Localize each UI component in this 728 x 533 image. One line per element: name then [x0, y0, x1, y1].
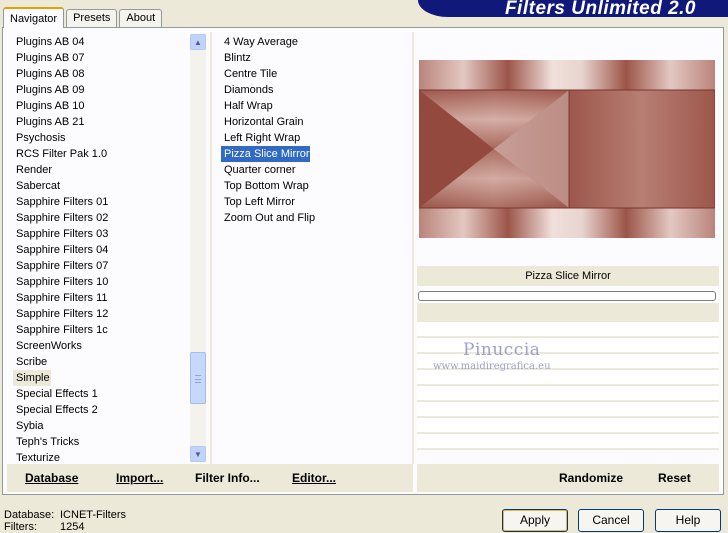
category-list-item[interactable]: Sapphire Filters 04	[13, 242, 189, 258]
preview-render	[419, 60, 715, 238]
category-list[interactable]: Plugins AB 04 Plugins AB 07 Plugins AB 08 P…	[13, 34, 189, 464]
database-value: ICNET-Filters	[60, 509, 126, 521]
filter-name-label: Pizza Slice Mirror	[417, 266, 719, 286]
reset-button[interactable]: Reset	[658, 471, 691, 485]
category-list-item[interactable]: Sapphire Filters 03	[13, 226, 189, 242]
tab-bar: Navigator Presets About	[3, 6, 164, 28]
category-list-item[interactable]: Special Effects 1	[13, 386, 189, 402]
filter-list-item[interactable]: Top Left Mirror	[221, 194, 411, 210]
randomize-button[interactable]: Randomize	[559, 471, 623, 485]
import-button[interactable]: Import...	[116, 471, 163, 485]
parameter-row	[417, 418, 719, 434]
filter-list-item[interactable]: Pizza Slice Mirror	[221, 146, 310, 162]
category-list-item[interactable]: Sapphire Filters 02	[13, 210, 189, 226]
category-list-item[interactable]: Psychosis	[13, 130, 189, 146]
category-list-item[interactable]: Sybia	[13, 418, 189, 434]
parameter-row	[417, 402, 719, 418]
filter-list-item[interactable]: Quarter corner	[221, 162, 411, 178]
category-list-item[interactable]: Special Effects 2	[13, 402, 189, 418]
category-list-item[interactable]: Simple	[13, 370, 51, 386]
filter-list-item[interactable]: Half Wrap	[221, 98, 411, 114]
category-list-item[interactable]: Scribe	[13, 354, 189, 370]
filter-list-item[interactable]: Top Bottom Wrap	[221, 178, 411, 194]
category-list-item[interactable]: Plugins AB 10	[13, 98, 189, 114]
filter-list-item[interactable]: Left Right Wrap	[221, 130, 411, 146]
filter-list-item[interactable]: Diamonds	[221, 82, 411, 98]
progress-band	[417, 303, 719, 322]
preview-image	[419, 60, 715, 238]
apply-button[interactable]: Apply	[502, 509, 568, 532]
parameter-row	[417, 386, 719, 402]
editor-button[interactable]: Editor...	[292, 471, 336, 485]
category-list-item[interactable]: Sapphire Filters 07	[13, 258, 189, 274]
chevron-up-icon: ▲	[194, 37, 202, 47]
tab-navigator[interactable]: Navigator	[3, 7, 65, 28]
tab-presets[interactable]: Presets	[66, 9, 118, 27]
watermark-url: www.maidiregrafica.eu	[433, 361, 551, 372]
category-list-item[interactable]: Sapphire Filters 11	[13, 290, 189, 306]
filter-list-item[interactable]: Blintz	[221, 50, 411, 66]
parameter-row	[417, 370, 719, 386]
progress-bar	[418, 291, 716, 301]
right-action-bar: Randomize Reset	[417, 464, 719, 492]
category-list-item[interactable]: Sapphire Filters 12	[13, 306, 189, 322]
filters-count-label: Filters:	[4, 521, 37, 533]
category-list-item[interactable]: Plugins AB 08	[13, 66, 189, 82]
category-list-item[interactable]: Sapphire Filters 10	[13, 274, 189, 290]
chevron-down-icon: ▼	[194, 449, 202, 459]
divider	[412, 32, 414, 464]
category-list-item[interactable]: Plugins AB 09	[13, 82, 189, 98]
app-title: Filters Unlimited 2.0	[504, 0, 696, 19]
filter-list-item[interactable]: Centre Tile	[221, 66, 411, 82]
scroll-down-button[interactable]: ▼	[190, 446, 206, 462]
filter-info-button[interactable]: Filter Info...	[195, 471, 260, 485]
watermark-name: Pinuccia	[463, 340, 541, 360]
parameter-row	[417, 434, 719, 450]
title-banner: Filters Unlimited 2.0	[418, 0, 728, 19]
category-list-item[interactable]: Plugins AB 04	[13, 34, 189, 50]
database-button[interactable]: Database	[25, 471, 78, 485]
category-list-item[interactable]: Sapphire Filters 01	[13, 194, 189, 210]
filter-list[interactable]: 4 Way Average Blintz Centre Tile Diamonds Ha…	[221, 34, 411, 462]
category-list-item[interactable]: Plugins AB 07	[13, 50, 189, 66]
filter-list-item[interactable]: 4 Way Average	[221, 34, 411, 50]
category-list-item[interactable]: Sapphire Filters 1c	[13, 322, 189, 338]
database-label: Database:	[4, 509, 55, 521]
help-button[interactable]: Help	[655, 509, 721, 532]
status-info: Database: ICNET-Filters Filters: 1254	[4, 509, 126, 533]
category-scrollbar[interactable]: ▲ ▼	[190, 34, 206, 462]
cancel-button[interactable]: Cancel	[578, 509, 644, 532]
watermark: Pinuccia www.maidiregrafica.eu	[433, 340, 551, 372]
scroll-thumb[interactable]	[190, 352, 206, 404]
scroll-up-button[interactable]: ▲	[190, 34, 206, 50]
filters-count-value: 1254	[60, 521, 85, 533]
category-list-item[interactable]: Plugins AB 21	[13, 114, 189, 130]
filter-list-item[interactable]: Horizontal Grain	[221, 114, 411, 130]
left-action-bar: Database Import... Filter Info... Editor…	[7, 464, 413, 492]
category-list-item[interactable]: ScreenWorks	[13, 338, 189, 354]
grip-icon	[195, 375, 201, 383]
divider	[210, 32, 212, 464]
category-list-item[interactable]: Sabercat	[13, 178, 189, 194]
category-list-item[interactable]: RCS Filter Pak 1.0	[13, 146, 189, 162]
category-list-item[interactable]: Teph's Tricks	[13, 434, 189, 450]
navigator-panel: Plugins AB 04 Plugins AB 07 Plugins AB 08 P…	[2, 27, 724, 495]
tab-about[interactable]: About	[119, 9, 163, 27]
parameter-row	[417, 322, 719, 338]
filter-list-item[interactable]: Zoom Out and Flip	[221, 210, 411, 226]
category-list-item[interactable]: Render	[13, 162, 189, 178]
